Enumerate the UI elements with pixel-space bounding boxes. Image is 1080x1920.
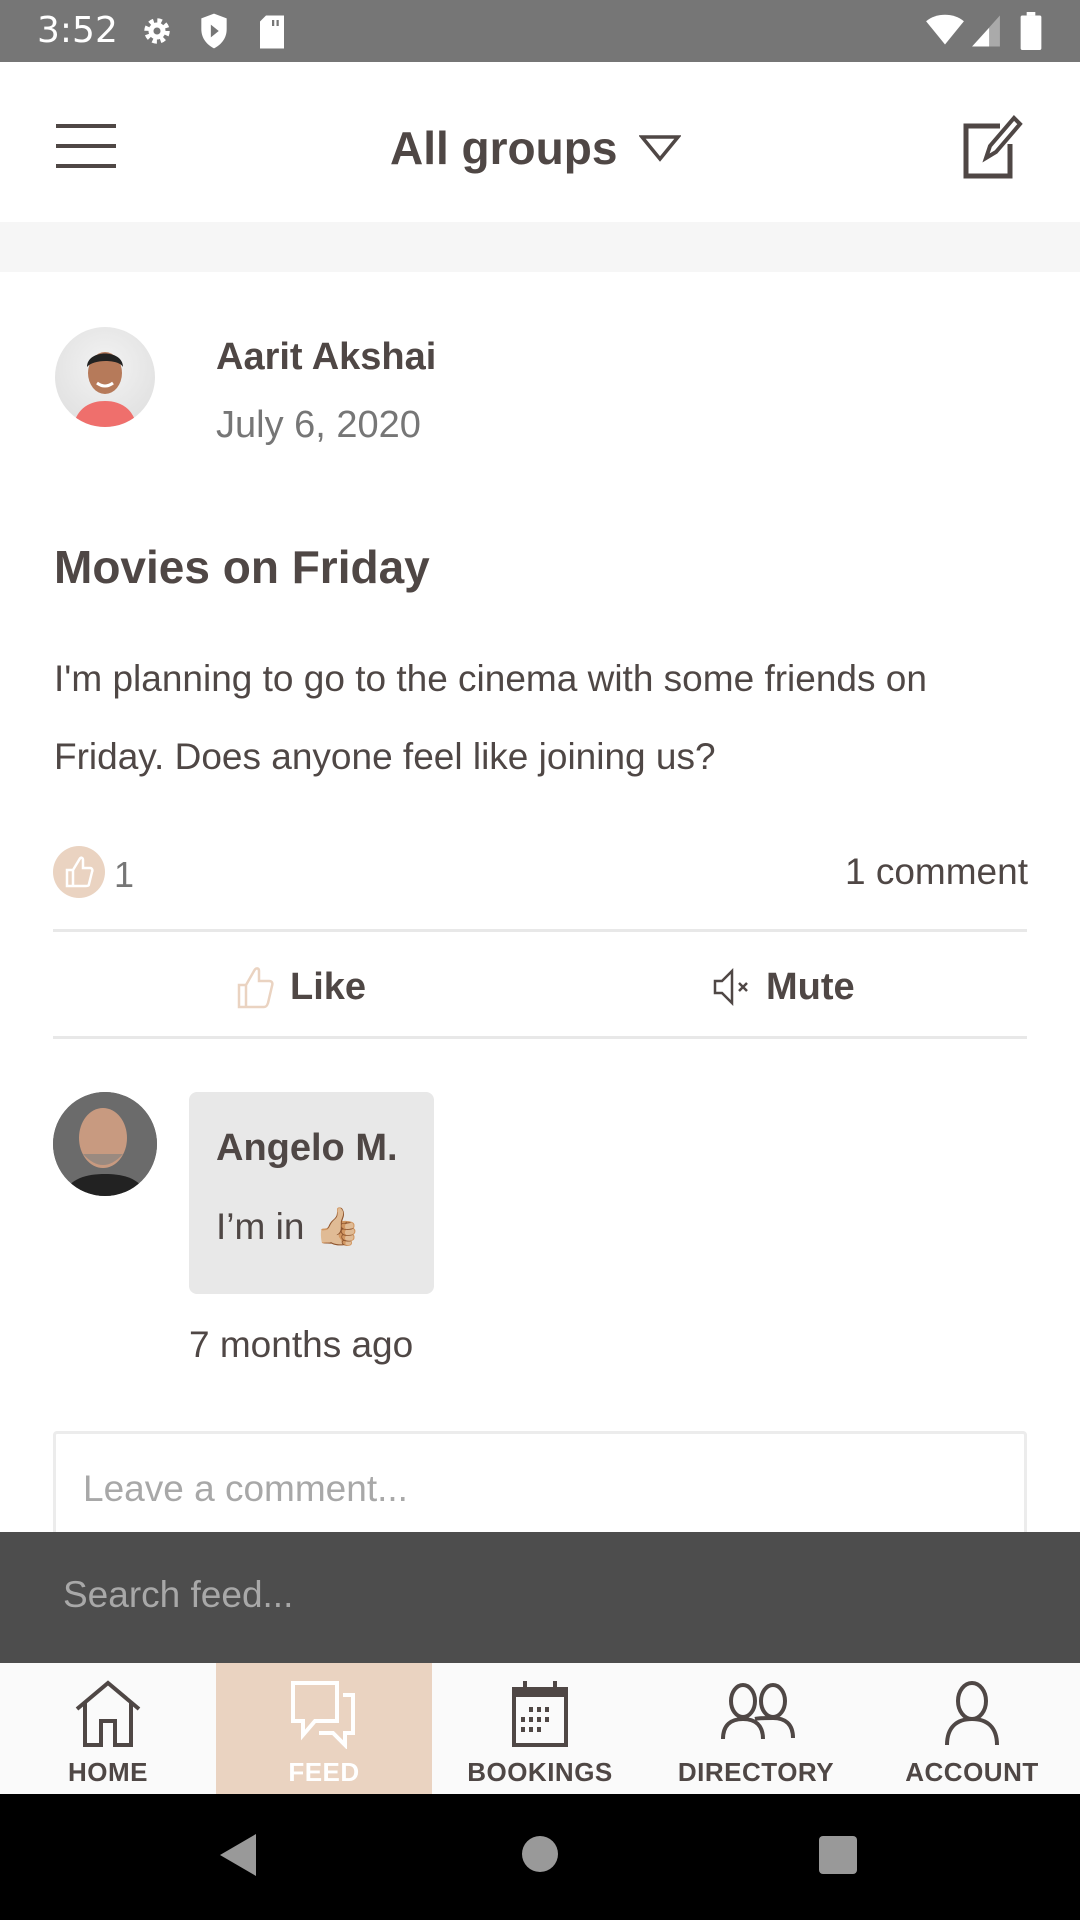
recents-icon[interactable] [817,1834,859,1876]
nav-label: ACCOUNT [905,1757,1039,1787]
comment-bubble: Angelo M. I’m in 👍🏼 [189,1092,434,1294]
nav-label: DIRECTORY [677,1757,835,1787]
thumbs-up-icon [65,856,94,888]
commenter-avatar[interactable] [53,1092,157,1196]
back-icon[interactable] [218,1832,258,1878]
mute-icon [713,967,748,1007]
shield-play-icon [201,13,227,49]
divider [53,1036,1027,1039]
nav-label: BOOKINGS [467,1757,613,1787]
post-title: Movies on Friday [54,541,430,593]
author-avatar[interactable] [55,327,155,427]
mute-button[interactable]: Mute [712,962,855,1012]
bottom-nav: HOME FEED BOOKINGS DIRECTORY ACCOUNT [0,1663,1080,1794]
nav-feed[interactable]: FEED [216,1663,432,1794]
comment-time: 7 months ago [189,1324,414,1365]
people-icon [721,1683,795,1740]
person-photo [53,1092,157,1196]
search-feed-input[interactable]: Search feed... [0,1532,1080,1663]
like-count-badge [53,846,105,898]
post-date: July 6, 2020 [216,404,421,446]
battery-icon [1020,12,1042,50]
like-button[interactable]: Like [236,962,366,1012]
signal-icon [972,15,1000,47]
gear-icon [144,18,170,44]
divider [53,929,1027,932]
app-header: All groups [0,62,1080,222]
hamburger-icon[interactable] [56,122,116,170]
thumbs-up-outline-icon [237,967,274,1009]
wifi-icon [926,14,964,45]
system-nav-bar [0,1794,1080,1920]
nav-label: FEED [288,1757,360,1787]
nav-directory[interactable]: DIRECTORY [648,1663,864,1794]
group-selector-label: All groups [390,122,618,174]
group-selector[interactable]: All groups [390,118,682,178]
status-time: 3:52 [37,10,118,51]
sd-card-icon [260,15,284,49]
like-count: 1 [114,854,135,895]
like-label: Like [290,965,367,1008]
comment-count[interactable]: 1 comment [845,851,1028,893]
search-placeholder: Search feed... [63,1574,294,1615]
chat-icon [291,1681,355,1749]
nav-home[interactable]: HOME [0,1663,216,1794]
mute-label: Mute [766,965,855,1008]
header-divider-band [0,222,1080,272]
comment-input-placeholder: Leave a comment... [83,1468,408,1509]
person-photo [73,352,137,427]
chevron-down-icon [639,135,682,162]
nav-bookings[interactable]: BOOKINGS [432,1663,648,1794]
home-icon [75,1680,141,1747]
home-circle-icon[interactable] [520,1834,560,1874]
person-icon [945,1681,999,1746]
calendar-icon [512,1681,568,1747]
nav-account[interactable]: ACCOUNT [864,1663,1080,1794]
post-author-name[interactable]: Aarit Akshai [216,336,436,379]
comment-author[interactable]: Angelo M. [216,1127,398,1170]
comment-text: I’m in 👍🏼 [216,1206,361,1247]
compose-icon[interactable] [960,114,1024,180]
nav-label: HOME [68,1757,148,1787]
status-bar: 3:52 [0,0,1080,62]
post-body: I'm planning to go to the cinema with so… [54,658,927,777]
